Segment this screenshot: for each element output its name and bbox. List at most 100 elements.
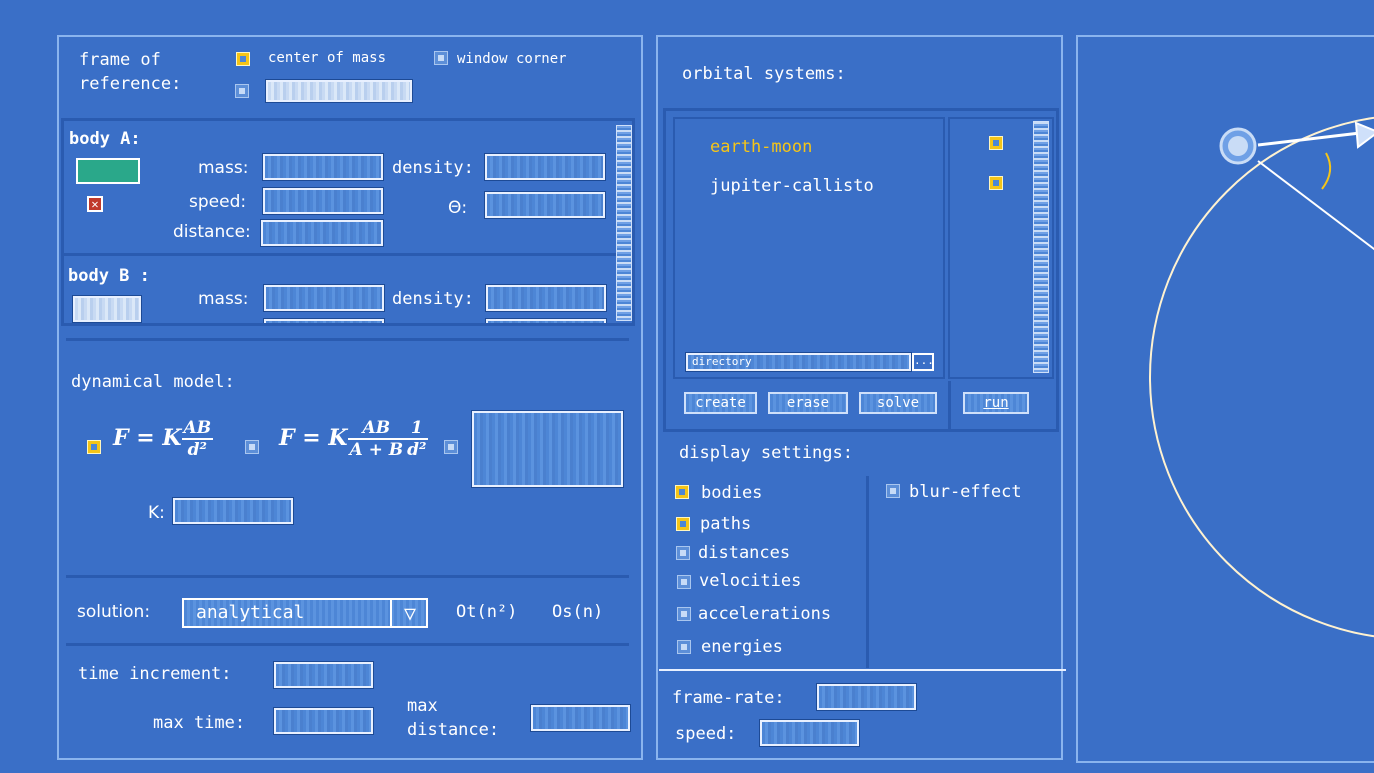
directory-label: directory — [692, 355, 752, 368]
formula-2-numerator-2: 1 — [405, 418, 429, 440]
browse-button[interactable]: ... — [912, 353, 934, 371]
frame-rate-label: frame-rate: — [672, 688, 785, 708]
paths-label: paths — [700, 514, 752, 534]
formula-1-radio[interactable] — [87, 440, 101, 454]
body-a-distance-input[interactable] — [260, 219, 384, 247]
velocity-vector — [1257, 131, 1361, 147]
center-of-mass-label: center of mass — [268, 50, 387, 66]
frame-of-reference-label: frame of reference: — [79, 50, 182, 94]
max-time-label: max time: — [153, 713, 246, 733]
body-a-theta-input[interactable] — [484, 191, 606, 219]
systems-scrollbar[interactable] — [1033, 121, 1049, 373]
system-check-jupiter-callisto[interactable] — [989, 176, 1003, 190]
time-complexity-label: Ot(n²) — [456, 602, 518, 622]
body-b-mass-label: mass: — [198, 289, 249, 309]
velocities-label: velocities — [699, 571, 802, 591]
buttons-separator — [948, 381, 951, 429]
orbit-drawing — [1149, 116, 1374, 638]
body-a-mass-label: mass: — [198, 158, 249, 178]
max-distance-label: max distance: — [407, 696, 500, 740]
blur-effect-label: blur-effect — [909, 482, 1022, 502]
time-increment-label: time increment: — [78, 664, 232, 684]
window-corner-label: window corner — [457, 51, 567, 67]
formula-2-lhs: F = K — [279, 425, 348, 451]
blur-effect-checkbox[interactable] — [886, 484, 900, 498]
body-b-density-label: density: — [392, 289, 474, 309]
solution-label: solution: — [77, 602, 151, 622]
speed-input[interactable] — [759, 719, 860, 747]
body-a-marker-core — [1228, 136, 1248, 156]
accelerations-checkbox[interactable] — [677, 607, 691, 621]
accelerations-label: accelerations — [698, 604, 832, 624]
angle-arc — [1321, 152, 1332, 190]
orbital-systems-title: orbital systems: — [682, 64, 846, 84]
systems-list: earth-moon jupiter-callisto directory ..… — [673, 117, 945, 379]
body-b-title: body B : — [68, 266, 150, 286]
formula-2-denominator-2: d² — [407, 440, 427, 460]
formula-2: F = K AB A + B 1 d² — [279, 418, 429, 460]
bodies-list: body A: ✕ mass: density: speed: Θ: dista… — [61, 118, 635, 326]
body-b-speed-input[interactable] — [263, 318, 385, 323]
body-b-density-input[interactable] — [485, 284, 607, 312]
system-item-jupiter-callisto[interactable]: jupiter-callisto — [710, 176, 874, 196]
distances-checkbox[interactable] — [676, 546, 690, 560]
body-a-color-swatch[interactable] — [76, 158, 140, 184]
frame-rate-input[interactable] — [816, 683, 917, 711]
directory-input[interactable]: directory — [685, 352, 912, 372]
body-a-distance-label: distance: — [173, 222, 251, 242]
body-a-theta-label: Θ: — [448, 198, 468, 218]
energies-checkbox[interactable] — [677, 640, 691, 654]
max-distance-input[interactable] — [530, 704, 631, 732]
speed-label: speed: — [675, 724, 737, 744]
body-separator — [64, 253, 616, 256]
body-b-mass-input[interactable] — [263, 284, 385, 312]
body-b-color-swatch[interactable] — [72, 295, 142, 323]
divider-3 — [66, 643, 629, 646]
window-corner-radio[interactable] — [434, 51, 448, 65]
systems-list-box: earth-moon jupiter-callisto directory ..… — [663, 108, 1059, 432]
simulation-canvas[interactable] — [1076, 35, 1374, 763]
bodies-checkbox[interactable] — [675, 485, 689, 499]
chevron-down-icon[interactable]: ▽ — [390, 600, 428, 626]
body-a-density-label: density: — [392, 158, 474, 178]
formula-2-radio[interactable] — [245, 440, 259, 454]
center-of-mass-radio[interactable] — [236, 52, 250, 66]
system-item-earth-moon[interactable]: earth-moon — [710, 137, 812, 157]
body-a-speed-label: speed: — [189, 192, 247, 212]
body-a-title: body A: — [69, 129, 141, 149]
systems-checks — [948, 117, 1054, 379]
body-a-density-input[interactable] — [484, 153, 606, 181]
create-button[interactable]: create — [684, 392, 757, 414]
velocities-checkbox[interactable] — [677, 575, 691, 589]
velocity-arrowhead-icon — [1354, 121, 1374, 149]
distance-line — [1257, 160, 1374, 251]
space-complexity-label: Os(n) — [552, 602, 604, 622]
bodies-scrollbar[interactable] — [616, 125, 632, 321]
paths-checkbox[interactable] — [676, 517, 690, 531]
run-button[interactable]: run — [963, 392, 1029, 414]
body-b-theta-input[interactable] — [485, 318, 607, 323]
dynamical-model-title: dynamical model: — [71, 372, 235, 392]
body-a-mass-input[interactable] — [262, 153, 384, 181]
time-increment-input[interactable] — [273, 661, 374, 689]
formula-1-denominator: d² — [187, 440, 207, 460]
custom-reference-radio[interactable] — [235, 84, 249, 98]
orbit-path — [1149, 116, 1374, 638]
divider-2 — [66, 575, 629, 578]
custom-reference-input[interactable] — [265, 79, 413, 103]
formula-2-numerator: AB — [347, 418, 406, 440]
display-settings-title: display settings: — [679, 443, 853, 463]
bodies-label: bodies — [701, 483, 763, 503]
max-time-input[interactable] — [273, 707, 374, 735]
energies-label: energies — [701, 637, 783, 657]
formula-custom-radio[interactable] — [444, 440, 458, 454]
system-check-earth-moon[interactable] — [989, 136, 1003, 150]
solve-button[interactable]: solve — [859, 392, 937, 414]
body-a-remove-icon[interactable]: ✕ — [87, 196, 103, 212]
formula-2-denominator: A + B — [349, 440, 404, 460]
solution-select[interactable]: analytical ▽ — [182, 598, 428, 628]
k-input[interactable] — [172, 497, 294, 525]
custom-formula-input[interactable] — [471, 410, 624, 488]
erase-button[interactable]: erase — [768, 392, 848, 414]
body-a-speed-input[interactable] — [262, 187, 384, 215]
